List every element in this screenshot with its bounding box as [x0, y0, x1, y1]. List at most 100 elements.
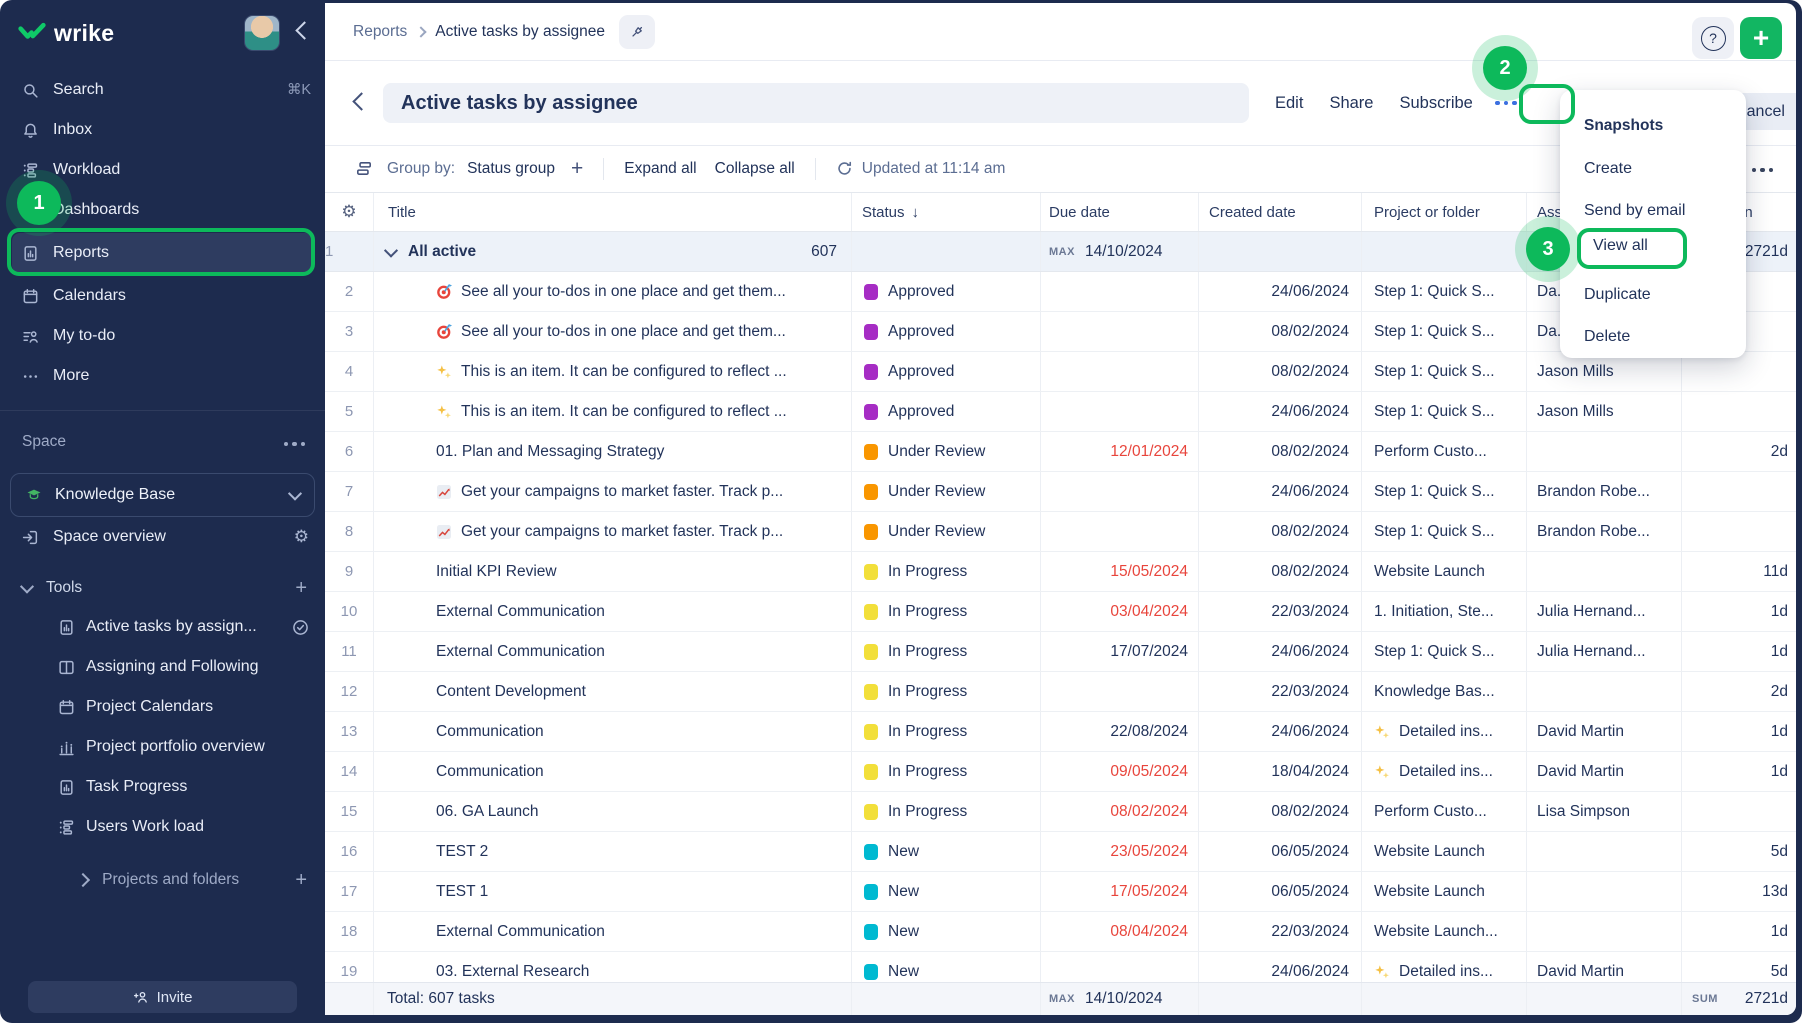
due-date: 09/05/2024	[1040, 752, 1198, 791]
sidebar-tool-assigning-and-following[interactable]: Assigning and Following	[0, 647, 325, 687]
table-row[interactable]: 10External CommunicationIn Progress03/04…	[325, 592, 1796, 632]
toolbar-more-icon[interactable]	[1750, 159, 1776, 177]
row-number: 5	[325, 392, 373, 431]
assignee-name	[1526, 672, 1681, 711]
collapse-all-button[interactable]: Collapse all	[715, 160, 795, 178]
collapse-group-icon[interactable]	[384, 243, 398, 257]
due-date: 03/04/2024	[1040, 592, 1198, 631]
status-cell: In Progress	[851, 712, 1040, 751]
status-swatch	[864, 564, 878, 580]
sidebar-item-dashboards[interactable]: Dashboards	[0, 190, 325, 230]
status-label: Approved	[888, 363, 954, 381]
table-row[interactable]: 601. Plan and Messaging StrategyUnder Re…	[325, 432, 1796, 472]
column-header[interactable]: Project or folder	[1361, 193, 1526, 231]
column-header[interactable]: Created date	[1198, 193, 1361, 231]
status-label: Approved	[888, 403, 954, 421]
table-row[interactable]: 7Get your campaigns to market faster. Tr…	[325, 472, 1796, 512]
edit-button[interactable]: Edit	[1275, 94, 1303, 113]
status-cell: In Progress	[851, 792, 1040, 831]
sidebar-tool-project-calendars[interactable]: Project Calendars	[0, 687, 325, 727]
table-row[interactable]: 17TEST 1New17/05/202406/05/2024Website L…	[325, 872, 1796, 912]
share-button[interactable]: Share	[1329, 94, 1373, 113]
more-actions-button[interactable]	[1481, 85, 1531, 121]
sidebar-item-reports[interactable]: Reports	[0, 230, 325, 276]
gear-icon[interactable]: ⚙	[294, 527, 309, 547]
menu-item-delete[interactable]: Delete	[1560, 316, 1746, 358]
portfolio-icon	[58, 739, 75, 756]
assignee-name: Jason Mills	[1526, 392, 1681, 431]
status-label: In Progress	[888, 723, 967, 741]
expand-all-button[interactable]: Expand all	[624, 160, 696, 178]
row-number: 7	[325, 472, 373, 511]
project-cell: Step 1: Quick S...	[1361, 472, 1526, 511]
assignee-name: David Martin	[1526, 712, 1681, 751]
sidebar-item-more[interactable]: More	[0, 356, 325, 396]
menu-item-create[interactable]: Create	[1560, 148, 1746, 190]
breadcrumb-reports-link[interactable]: Reports	[353, 23, 407, 41]
table-row[interactable]: 4This is an item. It can be configured t…	[325, 352, 1796, 392]
search-shortcut: ⌘K	[287, 82, 311, 98]
back-icon[interactable]	[355, 95, 368, 113]
status-cell: Approved	[851, 312, 1040, 351]
menu-item-view-all[interactable]: View all	[1560, 232, 1746, 274]
add-grouping-icon[interactable]: +	[571, 158, 583, 179]
add-project-icon[interactable]: +	[295, 869, 307, 892]
sidebar-item-space-overview[interactable]: Space overview ⚙	[0, 517, 325, 557]
due-date	[1040, 512, 1198, 551]
add-tool-icon[interactable]: +	[295, 577, 307, 600]
refresh-icon[interactable]	[836, 160, 853, 177]
table-row[interactable]: 8Get your campaigns to market faster. Tr…	[325, 512, 1796, 552]
sidebar-item-calendars[interactable]: Calendars	[0, 276, 325, 316]
sidebar-item-workload[interactable]: Workload	[0, 150, 325, 190]
table-row[interactable]: 16TEST 2New23/05/202406/05/2024Website L…	[325, 832, 1796, 872]
duration-value: 1d	[1681, 632, 1796, 671]
table-row[interactable]: 5This is an item. It can be configured t…	[325, 392, 1796, 432]
report-title-field[interactable]: Active tasks by assignee	[383, 83, 1249, 123]
sidebar-item-search[interactable]: Search⌘K	[0, 70, 325, 110]
menu-item-duplicate[interactable]: Duplicate	[1560, 274, 1746, 316]
projects-section-header[interactable]: Projects and folders +	[0, 861, 325, 899]
invite-button[interactable]: Invite	[28, 981, 297, 1013]
breadcrumb-current: Active tasks by assignee	[435, 23, 605, 41]
tools-section-header[interactable]: Tools +	[0, 569, 325, 607]
project-name: Website Launch...	[1374, 923, 1498, 941]
column-header[interactable]: Title	[373, 193, 851, 231]
sidebar-collapse-icon[interactable]	[298, 24, 311, 42]
project-name: Website Launch	[1374, 843, 1485, 861]
sidebar-item-inbox[interactable]: Inbox	[0, 110, 325, 150]
menu-item-send-by-email[interactable]: Send by email	[1560, 190, 1746, 232]
sidebar-tool-users-work-load[interactable]: Users Work load	[0, 807, 325, 847]
space-more-icon[interactable]	[282, 433, 308, 451]
subscribe-button[interactable]: Subscribe	[1399, 94, 1472, 113]
table-row[interactable]: 12Content DevelopmentIn Progress22/03/20…	[325, 672, 1796, 712]
row-number: 14	[325, 752, 373, 791]
table-row[interactable]: 13CommunicationIn Progress22/08/202424/0…	[325, 712, 1796, 752]
pin-icon[interactable]	[619, 15, 655, 49]
sidebar-tool-active-tasks-by-assign[interactable]: Active tasks by assign...	[0, 607, 325, 647]
status-cell: In Progress	[851, 672, 1040, 711]
sidebar-tool-project-portfolio-overview[interactable]: Project portfolio overview	[0, 727, 325, 767]
table-row[interactable]: 9Initial KPI ReviewIn Progress15/05/2024…	[325, 552, 1796, 592]
wrike-logo-icon	[18, 21, 46, 45]
space-selector[interactable]: Knowledge Base	[10, 473, 315, 517]
help-button[interactable]: ?	[1692, 17, 1734, 59]
sort-desc-icon: ↓	[912, 204, 920, 221]
table-row[interactable]: 11External CommunicationIn Progress17/07…	[325, 632, 1796, 672]
group-by-value[interactable]: Status group	[467, 160, 555, 178]
table-row[interactable]: 1506. GA LaunchIn Progress08/02/202408/0…	[325, 792, 1796, 832]
avatar[interactable]	[244, 15, 280, 51]
status-label: In Progress	[888, 763, 967, 781]
table-row[interactable]: 18External CommunicationNew08/04/202422/…	[325, 912, 1796, 952]
assignee-name	[1526, 872, 1681, 911]
dart-icon	[436, 283, 453, 300]
chartup-icon	[436, 524, 453, 540]
create-new-button[interactable]: +	[1740, 17, 1782, 59]
project-cell: Perform Custo...	[1361, 792, 1526, 831]
created-date: 08/02/2024	[1198, 512, 1361, 551]
sidebar-tool-task-progress[interactable]: Task Progress	[0, 767, 325, 807]
table-row[interactable]: 14CommunicationIn Progress09/05/202418/0…	[325, 752, 1796, 792]
column-header[interactable]: Status↓	[851, 193, 1040, 231]
column-header[interactable]: Due date	[1040, 193, 1198, 231]
table-settings-gear-icon[interactable]: ⚙	[341, 202, 356, 222]
sidebar-item-my-to-do[interactable]: My to-do	[0, 316, 325, 356]
